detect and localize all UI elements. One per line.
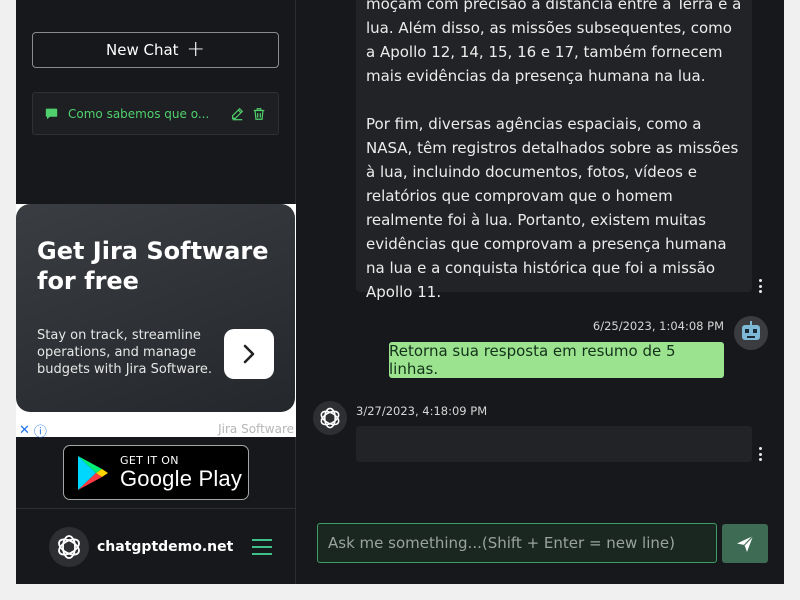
ai-avatar: [313, 401, 347, 435]
send-button[interactable]: [722, 524, 768, 563]
ai-message-bubble: moçam com precisão a distância entre a T…: [356, 0, 752, 301]
openai-logo-icon: [320, 407, 340, 429]
ad-cta-button[interactable]: [224, 329, 274, 379]
new-chat-button[interactable]: New Chat +: [32, 32, 279, 68]
send-icon: [737, 535, 754, 552]
ad-body-text: Stay on track, streamline operations, an…: [37, 328, 213, 377]
chevron-right-icon: [243, 344, 255, 364]
google-play-badge[interactable]: GET IT ON Google Play: [63, 445, 249, 500]
ad-info-icon[interactable]: ⓘ: [34, 421, 47, 440]
user-message-timestamp: 6/25/2023, 1:04:08 PM: [592, 319, 724, 333]
chat-bubble-icon: [45, 108, 58, 120]
chat-input[interactable]: [317, 523, 717, 563]
user-message-text: Retorna sua resposta em resumo de 5 linh…: [389, 342, 676, 378]
user-avatar: [734, 316, 768, 350]
app-window: New Chat + Como sabemos que o... Get Jir…: [16, 0, 784, 584]
google-play-bottom-text: Google Play: [120, 466, 243, 491]
sidebar: New Chat + Como sabemos que o... Get Jir…: [16, 0, 296, 584]
ad-close-icon[interactable]: ✕: [19, 423, 30, 438]
site-name[interactable]: chatgptdemo.net: [97, 539, 233, 555]
openai-logo-icon: [49, 526, 89, 567]
edit-icon[interactable]: [230, 107, 244, 121]
user-message-bubble: Retorna sua resposta em resumo de 5 linh…: [389, 342, 724, 378]
plus-icon: +: [186, 37, 205, 62]
chat-history-title: Como sabemos que o...: [68, 106, 210, 121]
message-options-icon[interactable]: [756, 279, 764, 293]
ad-choices[interactable]: ✕ ⓘ: [19, 421, 47, 440]
ad-brand: Jira Software: [218, 422, 294, 436]
new-chat-label: New Chat: [106, 41, 179, 59]
google-play-icon: [78, 455, 108, 490]
ai-message-text: moçam com precisão a distância entre a T…: [366, 0, 742, 301]
advertisement[interactable]: Get Jira Software for free Stay on track…: [16, 204, 296, 440]
hamburger-menu-icon[interactable]: [251, 538, 273, 556]
ai-message-timestamp: 3/27/2023, 4:18:09 PM: [356, 404, 488, 418]
sidebar-footer: chatgptdemo.net: [16, 508, 296, 584]
chat-panel: moçam com precisão a distância entre a T…: [296, 0, 784, 584]
chat-history-item[interactable]: Como sabemos que o...: [32, 92, 279, 135]
ad-headline: Get Jira Software for free: [37, 237, 269, 295]
message-options-icon[interactable]: [756, 447, 764, 461]
ai-message-bubble-pending: [356, 426, 752, 462]
trash-icon[interactable]: [252, 107, 266, 121]
ad-card[interactable]: Get Jira Software for free Stay on track…: [16, 204, 295, 412]
robot-avatar-icon: [742, 321, 760, 340]
